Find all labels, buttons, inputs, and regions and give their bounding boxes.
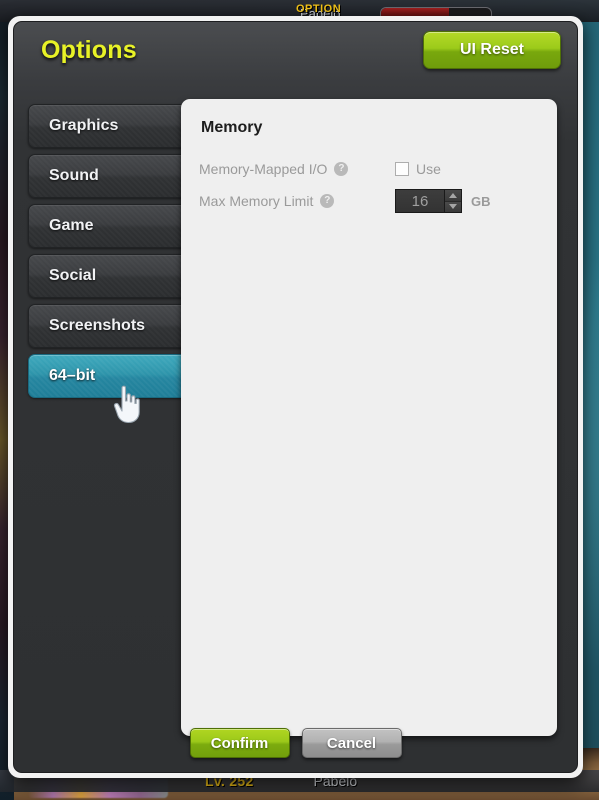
- stepper-arrows: [444, 190, 461, 212]
- sidebar-item-graphics[interactable]: Graphics: [28, 104, 196, 148]
- sidebar-item-screenshots[interactable]: Screenshots: [28, 304, 196, 348]
- sidebar-item-label: Graphics: [49, 117, 119, 134]
- settings-row: Max Memory Limit? 16 GB: [199, 185, 541, 217]
- dialog-header: Options UI Reset: [14, 22, 577, 84]
- help-icon[interactable]: ?: [320, 194, 335, 208]
- settings-row-control: Use: [395, 161, 441, 177]
- settings-form: Memory-Mapped I/O? Use Max Memory Limit? 16…: [199, 153, 541, 217]
- confirm-button[interactable]: Confirm: [189, 728, 290, 758]
- settings-content-panel: Memory Memory-Mapped I/O? Use Max Memory L…: [181, 99, 557, 736]
- sidebar-item-label: 64–bit: [49, 367, 96, 384]
- cancel-button[interactable]: Cancel: [301, 728, 402, 758]
- sidebar-item-label: Sound: [49, 167, 99, 184]
- hud-option-tag: OPTION: [296, 3, 342, 15]
- chevron-down-icon: [449, 204, 457, 210]
- stepper-increment-button[interactable]: [445, 190, 461, 201]
- use-checkbox[interactable]: [395, 162, 409, 176]
- stepper-value[interactable]: 16: [396, 190, 444, 212]
- ui-reset-button[interactable]: UI Reset: [423, 31, 561, 69]
- settings-row: Memory-Mapped I/O? Use: [199, 153, 541, 185]
- page-title: Options: [41, 36, 137, 64]
- max-memory-limit-stepper[interactable]: 16: [395, 189, 462, 213]
- sidebar-item-game[interactable]: Game: [28, 204, 196, 248]
- sidebar-item-label: Screenshots: [49, 317, 146, 334]
- dialog-footer: Confirm Cancel: [14, 728, 577, 758]
- settings-row-control: 16 GB: [395, 189, 491, 213]
- options-dialog-inner: Options UI Reset Graphics Sound Game Social…: [13, 21, 578, 773]
- options-dialog: Options UI Reset Graphics Sound Game Social…: [8, 16, 583, 778]
- sidebar-item-label: Social: [49, 267, 97, 284]
- sidebar-item-label: Game: [49, 217, 94, 234]
- section-title: Memory: [201, 119, 263, 136]
- sidebar-item-sound[interactable]: Sound: [28, 154, 196, 198]
- chevron-up-icon: [449, 192, 457, 198]
- sidebar-tabs: Graphics Sound Game Social Screenshots 64–bit: [28, 104, 213, 404]
- help-icon[interactable]: ?: [334, 162, 349, 176]
- unit-label: GB: [471, 193, 491, 209]
- stepper-decrement-button[interactable]: [445, 200, 461, 212]
- settings-row-label: Max Memory Limit: [199, 193, 314, 209]
- checkbox-label: Use: [416, 161, 441, 177]
- sidebar-item-social[interactable]: Social: [28, 254, 196, 298]
- settings-row-label: Memory-Mapped I/O: [199, 161, 328, 177]
